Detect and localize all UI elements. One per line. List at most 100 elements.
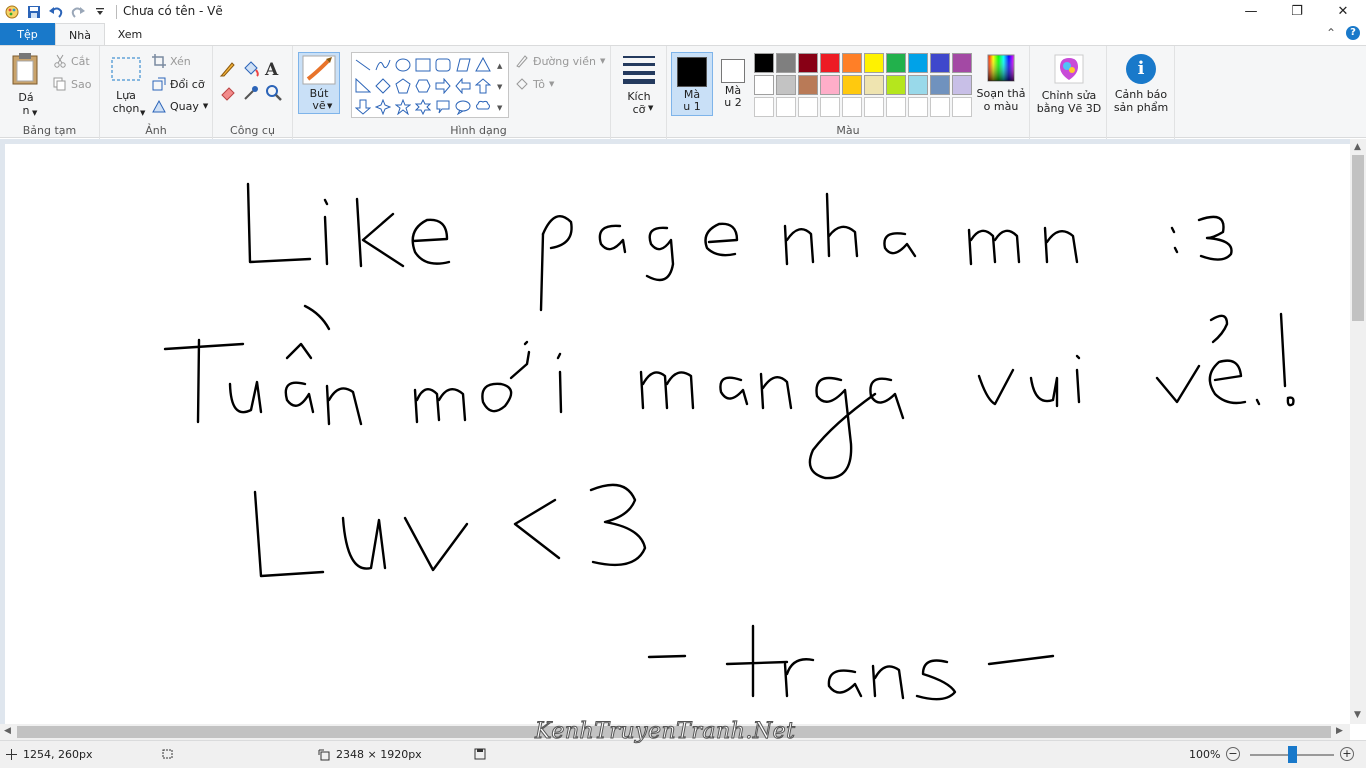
palette-swatch[interactable] bbox=[754, 75, 774, 95]
palette-swatch[interactable] bbox=[886, 53, 906, 73]
rotate-button[interactable]: Quay ▼ bbox=[152, 99, 208, 113]
palette-swatch[interactable] bbox=[842, 75, 862, 95]
palette-swatch[interactable] bbox=[864, 97, 884, 117]
fill-button[interactable]: Tô ▼ bbox=[515, 77, 554, 91]
right-triangle-shape-icon[interactable] bbox=[353, 75, 373, 96]
palette-swatch[interactable] bbox=[952, 97, 972, 117]
quick-access-toolbar bbox=[2, 3, 121, 21]
color-picker-icon[interactable] bbox=[242, 84, 265, 108]
palette-swatch[interactable] bbox=[952, 53, 972, 73]
palette-swatch[interactable] bbox=[864, 53, 884, 73]
outline-button[interactable]: Đường viền ▼ bbox=[515, 54, 605, 68]
palette-swatch[interactable] bbox=[952, 75, 972, 95]
eraser-icon[interactable] bbox=[219, 84, 242, 108]
palette-swatch[interactable] bbox=[908, 53, 928, 73]
palette-swatch[interactable] bbox=[864, 75, 884, 95]
redo-icon[interactable] bbox=[68, 3, 88, 21]
edit-with-paint3d-button[interactable]: Chỉnh sửa bằng Vẽ 3D bbox=[1034, 54, 1104, 115]
close-button[interactable]: ✕ bbox=[1320, 0, 1366, 23]
palette-swatch[interactable] bbox=[842, 97, 862, 117]
clipboard-group: Dá n ▼ Cắt Sao Bảng tạm bbox=[0, 46, 100, 139]
fill-bucket-icon[interactable] bbox=[242, 60, 265, 84]
hexagon-shape-icon[interactable] bbox=[413, 75, 433, 96]
minimize-button[interactable]: — bbox=[1228, 0, 1274, 23]
palette-swatch[interactable] bbox=[842, 53, 862, 73]
palette-swatch[interactable] bbox=[930, 75, 950, 95]
palette-swatch[interactable] bbox=[776, 53, 796, 73]
scroll-left-icon[interactable]: ◀ bbox=[4, 726, 11, 736]
palette-swatch[interactable] bbox=[798, 97, 818, 117]
cut-button[interactable]: Cắt bbox=[53, 54, 90, 68]
palette-swatch[interactable] bbox=[886, 97, 906, 117]
six-point-star-shape-icon[interactable] bbox=[413, 96, 433, 117]
pentagon-shape-icon[interactable] bbox=[393, 75, 413, 96]
palette-swatch[interactable] bbox=[754, 53, 774, 73]
right-arrow-shape-icon[interactable] bbox=[433, 75, 453, 96]
palette-swatch[interactable] bbox=[798, 75, 818, 95]
save-icon[interactable] bbox=[24, 3, 44, 21]
palette-swatch[interactable] bbox=[798, 53, 818, 73]
diamond-shape-icon[interactable] bbox=[373, 75, 393, 96]
zoom-in-button[interactable]: + bbox=[1340, 747, 1354, 761]
oval-callout-shape-icon[interactable] bbox=[453, 96, 473, 117]
zoom-out-button[interactable]: − bbox=[1226, 747, 1240, 761]
pencil-icon[interactable] bbox=[219, 60, 242, 84]
down-arrow-shape-icon[interactable] bbox=[353, 96, 373, 117]
palette-swatch[interactable] bbox=[754, 97, 774, 117]
palette-swatch[interactable] bbox=[776, 75, 796, 95]
size-button[interactable]: Kích cỡ ▼ bbox=[619, 54, 659, 116]
rounded-rectangle-shape-icon[interactable] bbox=[433, 54, 453, 75]
customize-qat-icon[interactable] bbox=[90, 3, 110, 21]
brushes-button[interactable]: Bút vẽ ▼ bbox=[298, 52, 340, 114]
zoom-slider-thumb[interactable] bbox=[1288, 746, 1297, 763]
scroll-right-icon[interactable]: ▶ bbox=[1336, 726, 1343, 736]
tab-home[interactable]: Nhà bbox=[55, 23, 105, 46]
help-icon[interactable]: ? bbox=[1346, 26, 1360, 40]
palette-swatch[interactable] bbox=[886, 75, 906, 95]
oval-shape-icon[interactable] bbox=[393, 54, 413, 75]
collapse-ribbon-icon[interactable]: ⌃ bbox=[1326, 26, 1336, 40]
scroll-up-icon[interactable]: ▲ bbox=[1354, 142, 1361, 152]
maximize-button[interactable]: ❐ bbox=[1274, 0, 1320, 23]
curve-shape-icon[interactable] bbox=[373, 54, 393, 75]
color2-button[interactable]: Mà u 2 bbox=[717, 52, 749, 116]
tab-file[interactable]: Tệp bbox=[0, 23, 55, 46]
up-arrow-shape-icon[interactable] bbox=[473, 75, 493, 96]
palette-swatch[interactable] bbox=[820, 97, 840, 117]
rectangle-shape-icon[interactable] bbox=[413, 54, 433, 75]
palette-swatch[interactable] bbox=[930, 53, 950, 73]
crop-button[interactable]: Xén bbox=[152, 54, 191, 68]
undo-icon[interactable] bbox=[46, 3, 66, 21]
four-point-star-shape-icon[interactable] bbox=[373, 96, 393, 117]
palette-swatch[interactable] bbox=[930, 97, 950, 117]
palette-swatch[interactable] bbox=[820, 75, 840, 95]
vertical-scroll-thumb[interactable] bbox=[1352, 155, 1364, 321]
vertical-scrollbar[interactable]: ▲ ▼ bbox=[1350, 139, 1366, 724]
left-arrow-shape-icon[interactable] bbox=[453, 75, 473, 96]
product-alert-button[interactable]: i Cảnh báo sản phẩm bbox=[1109, 54, 1173, 114]
tab-view[interactable]: Xem bbox=[107, 23, 153, 46]
app-icon[interactable] bbox=[2, 3, 22, 21]
color1-button[interactable]: Mà u 1 bbox=[671, 52, 713, 116]
paste-button[interactable]: Dá n ▼ bbox=[8, 52, 44, 117]
edit-colors-button[interactable]: Soạn thả o màu bbox=[973, 54, 1029, 113]
rounded-callout-shape-icon[interactable] bbox=[433, 96, 453, 117]
palette-swatch[interactable] bbox=[776, 97, 796, 117]
resize-button[interactable]: Đổi cỡ bbox=[152, 77, 205, 91]
palette-swatch[interactable] bbox=[908, 75, 928, 95]
select-button[interactable]: Lựa chọn ▼ bbox=[106, 56, 146, 117]
triangle-shape-icon[interactable] bbox=[473, 54, 493, 75]
polygon-shape-icon[interactable] bbox=[453, 54, 473, 75]
magnifier-icon[interactable] bbox=[265, 84, 288, 108]
line-shape-icon[interactable] bbox=[353, 54, 373, 75]
five-point-star-shape-icon[interactable] bbox=[393, 96, 413, 117]
drawing-canvas[interactable] bbox=[5, 144, 1350, 724]
shapes-scroll-icon[interactable]: ▲ ▼ ▼ bbox=[497, 56, 502, 119]
palette-swatch[interactable] bbox=[908, 97, 928, 117]
copy-button[interactable]: Sao bbox=[53, 77, 91, 91]
text-tool-icon[interactable]: A bbox=[265, 60, 288, 84]
scroll-down-icon[interactable]: ▼ bbox=[1354, 710, 1361, 720]
palette-swatch[interactable] bbox=[820, 53, 840, 73]
cloud-callout-shape-icon[interactable] bbox=[473, 96, 493, 117]
color1-label: Mà u 1 bbox=[683, 88, 701, 113]
